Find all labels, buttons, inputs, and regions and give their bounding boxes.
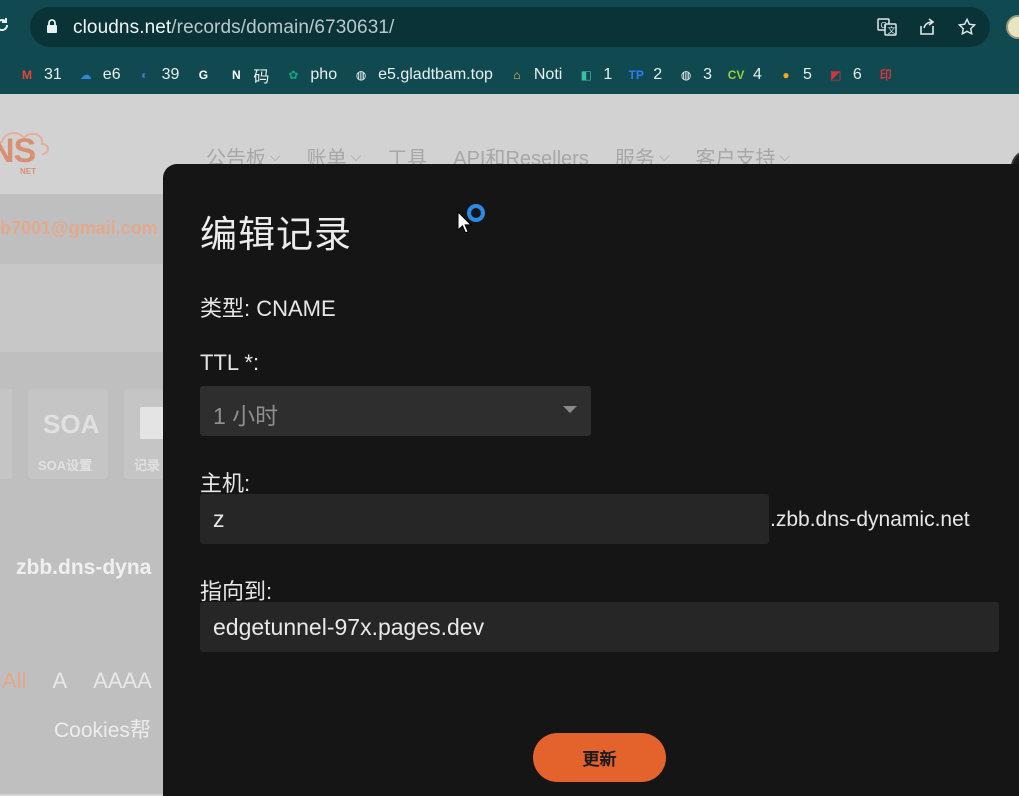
bookmark-item[interactable]: ✿ pho <box>284 66 337 84</box>
bookmark-label: 39 <box>161 65 180 83</box>
bookmark-label: 码 <box>253 68 270 86</box>
soa-settings-card[interactable]: SOA SOA设置 <box>28 389 108 479</box>
chevron-down-icon: ⌵ <box>350 148 362 164</box>
host-input[interactable]: z <box>200 494 769 544</box>
filter-all[interactable]: All <box>2 668 26 694</box>
bookmark-label: 6 <box>852 65 862 83</box>
tp-icon: TP <box>628 67 644 82</box>
record-type-filters: All A AAAA <box>2 668 152 694</box>
notion-icon: N <box>232 67 241 82</box>
bookmark-item[interactable]: ● 5 <box>777 66 812 84</box>
linear-icon: ◐ <box>140 67 149 82</box>
points-to-value: edgetunnel-97x.pages.dev <box>213 614 485 640</box>
bookmark-label: 2 <box>653 65 663 83</box>
bookmark-item[interactable]: ◧ 1 <box>577 65 613 84</box>
soa-settings-label: SOA设置 <box>38 458 93 473</box>
bookmark-label: 5 <box>802 65 812 83</box>
bookmark-item[interactable]: TP 2 <box>627 65 663 84</box>
filter-aaaa[interactable]: AAAA <box>93 668 152 694</box>
cookies-help-text: Cookies帮 <box>54 719 151 742</box>
reload-icon[interactable] <box>0 17 10 33</box>
svg-text:文: 文 <box>888 25 896 35</box>
bookmark-label: e5.gladtbam.top <box>378 65 493 83</box>
record-type: 类型: CNAME <box>200 296 336 321</box>
share-icon[interactable] <box>916 17 938 37</box>
chatgpt-icon: ✿ <box>288 67 299 82</box>
svg-text:G: G <box>881 21 887 30</box>
host-value: z <box>213 506 225 532</box>
records-card[interactable]: 记录 <box>124 389 164 479</box>
url-path: /records/domain/6730631/ <box>171 17 395 38</box>
bookmark-item[interactable]: ◩ 6 <box>827 66 862 84</box>
address-bar[interactable]: cloudns.net/records/domain/6730631/ G文 <box>30 7 990 47</box>
account-panel <box>0 264 165 352</box>
bookmark-item[interactable]: M 31 <box>18 66 62 84</box>
lock-icon[interactable] <box>46 19 58 34</box>
bookmark-label: 31 <box>44 65 62 83</box>
cv-icon: CV <box>727 67 745 82</box>
bookmark-label: e6 <box>102 65 121 83</box>
bookmark-item[interactable]: CV 4 <box>727 66 762 84</box>
domain-name: zbb.dns-dyna <box>16 556 152 579</box>
bookmark-label: pho <box>310 65 338 83</box>
star-icon[interactable] <box>956 17 978 37</box>
chevron-down-icon: ⌵ <box>779 148 791 164</box>
dropdown-caret-icon <box>563 406 577 413</box>
chevron-down-icon: ⌵ <box>270 148 281 164</box>
points-to-input[interactable]: edgetunnel-97x.pages.dev <box>200 602 999 652</box>
bookmark-item[interactable]: ⌂ Noti <box>508 66 562 84</box>
globe-icon: ◍ <box>355 67 367 82</box>
bookmark-item[interactable]: ◍ 3 <box>677 66 712 84</box>
records-label: 记录 <box>134 458 161 473</box>
edit-record-modal: 编辑记录 类型: CNAME TTL *: 1 小时 主机: z .zbb.dn… <box>163 164 1019 796</box>
home-icon: ⌂ <box>513 67 521 82</box>
bookmark-item[interactable]: ◍ e5.gladtbam.top <box>352 66 493 84</box>
onedrive-icon: ☁ <box>79 67 92 82</box>
circle-icon: ● <box>782 67 790 82</box>
bookmark-item[interactable]: 印 <box>877 66 895 84</box>
host-suffix: .zbb.dns-dynamic.net <box>770 508 970 531</box>
modal-title: 编辑记录 <box>200 214 352 255</box>
bookmark-label: 1 <box>603 65 613 83</box>
stamp-icon: 印 <box>879 68 892 82</box>
cloudns-logo[interactable]: NS NET <box>0 118 60 178</box>
url-text[interactable]: cloudns.net/records/domain/6730631/ <box>73 17 394 39</box>
bookmark-item[interactable]: ◐ 39 <box>136 65 180 84</box>
soa-icon-text: SOA <box>43 409 100 439</box>
browser-toolbar: cloudns.net/records/domain/6730631/ G文 <box>0 0 1019 55</box>
app-icon: ◧ <box>580 67 592 82</box>
logo-sub: NET <box>20 167 36 176</box>
mouse-cursor-icon <box>457 210 473 235</box>
filter-a[interactable]: A <box>52 668 67 694</box>
update-button[interactable]: 更新 <box>533 733 666 782</box>
ttl-select[interactable]: 1 小时 <box>200 386 591 436</box>
red-square-icon: ◩ <box>830 67 842 82</box>
ttl-value: 1 小时 <box>213 403 279 429</box>
bookmarks-bar: M 31 ☁ e6 ◐ 39 G N 码 ✿ pho ◍ e5.gladtbam.top ⌂ Noti ◧ 1 T… <box>0 55 1019 94</box>
records-icon <box>140 407 164 439</box>
card-partial <box>0 389 12 479</box>
bookmark-label: 3 <box>703 65 713 83</box>
bookmark-label: Noti <box>533 65 563 83</box>
bookmark-item[interactable]: ☁ e6 <box>77 66 121 84</box>
url-domain: cloudns.net <box>73 17 172 38</box>
profile-avatar-icon[interactable] <box>1006 15 1019 39</box>
ttl-label: TTL *: <box>200 350 260 375</box>
logo-text: NS <box>0 132 36 170</box>
translate-icon[interactable]: G文 <box>876 17 898 37</box>
chevron-down-icon: ⌵ <box>658 148 670 164</box>
bookmark-label: 4 <box>753 65 762 83</box>
bookmark-item[interactable]: N码 <box>227 63 269 87</box>
gmail-icon: M <box>22 67 32 82</box>
google-icon: G <box>198 67 209 82</box>
globe-icon: ◍ <box>680 67 692 82</box>
bookmark-item[interactable]: G <box>194 66 212 84</box>
account-email: b7001@gmail.com <box>0 218 158 238</box>
